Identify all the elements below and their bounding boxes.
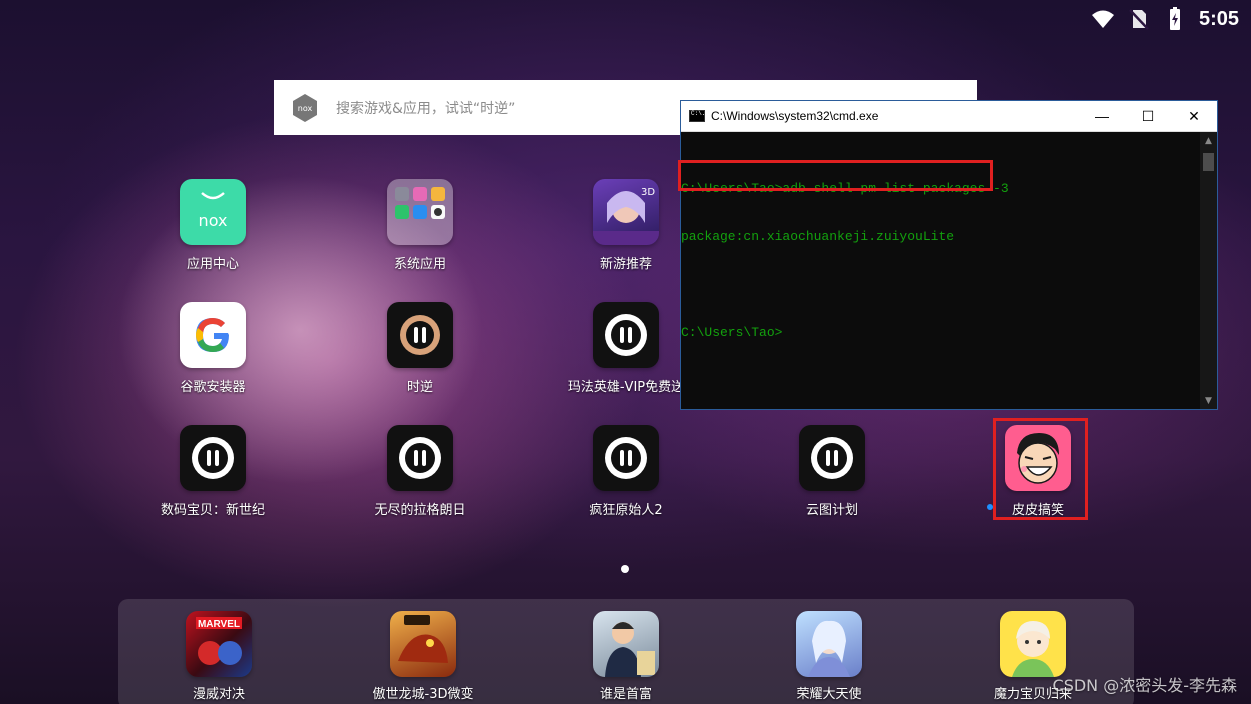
wifi-icon: [1091, 7, 1115, 31]
system-apps-folder-icon: [387, 179, 453, 245]
app-label: 谷歌安装器: [180, 380, 246, 395]
close-button[interactable]: ✕: [1171, 101, 1217, 131]
dock-app-richest[interactable]: 谁是首富: [556, 611, 696, 704]
app-label: 时逆: [406, 380, 433, 395]
cmd-window-title: C:\Windows\system32\cmd.exe: [711, 109, 879, 123]
clock: 5:05: [1198, 7, 1239, 30]
cmd-titlebar[interactable]: C:\. C:\Windows\system32\cmd.exe — ☐ ✕: [681, 101, 1217, 132]
app-label: 谁是首富: [599, 687, 652, 702]
svg-text:MARVEL: MARVEL: [198, 619, 240, 630]
scroll-up-icon[interactable]: ▲: [1200, 132, 1217, 149]
app-google-installer[interactable]: 谷歌安装器: [143, 302, 283, 412]
console-line: C:\Users\Tao>: [681, 325, 783, 340]
app-label: 疯狂原始人2: [589, 503, 663, 518]
app-label: 玛法英雄-VIP免费送: [567, 380, 685, 395]
cmd-scrollbar[interactable]: ▲ ▼: [1200, 132, 1217, 409]
scroll-thumb[interactable]: [1203, 153, 1214, 171]
svg-text:3D: 3D: [641, 187, 655, 198]
app-label: 漫威对决: [192, 687, 245, 702]
game-icon: [593, 425, 659, 491]
google-icon: [180, 302, 246, 368]
app-system-apps[interactable]: 系统应用: [350, 179, 490, 289]
game-icon: [387, 302, 453, 368]
dock: MARVEL 漫威对决 傲世龙城-3D微变 谁是首富 荣耀大天使 魔力宝贝归来: [118, 599, 1134, 704]
game-icon: [180, 425, 246, 491]
page-indicator: [621, 565, 629, 573]
app-mafa-hero[interactable]: 玛法英雄-VIP免费送: [556, 302, 696, 412]
app-label: 无尽的拉格朗日: [374, 503, 466, 518]
dock-app-archangel[interactable]: 荣耀大天使: [759, 611, 899, 704]
scroll-down-icon[interactable]: ▼: [1200, 392, 1217, 409]
app-label: 系统应用: [393, 257, 446, 272]
app-label: 应用中心: [186, 257, 239, 272]
no-sim-icon: [1127, 7, 1151, 31]
app-digimon[interactable]: 数码宝贝：新世纪: [143, 425, 283, 535]
archangel-icon: [796, 611, 862, 677]
dock-app-marvel[interactable]: MARVEL 漫威对决: [149, 611, 289, 704]
rich-man-icon: [593, 611, 659, 677]
new-games-icon: 3D: [593, 179, 659, 245]
app-label: 新游推荐: [599, 257, 652, 272]
game-icon: [593, 302, 659, 368]
app-new-games[interactable]: 3D 新游推荐: [556, 179, 696, 289]
app-label: 荣耀大天使: [796, 687, 862, 702]
app-label: 傲世龙城-3D微变: [372, 687, 474, 702]
nox-app-center-icon: nox: [180, 179, 246, 245]
dock-app-dragon-city[interactable]: 傲世龙城-3D微变: [353, 611, 493, 704]
watermark: CSDN @浓密头发-李先森: [1052, 676, 1237, 695]
cmd-window[interactable]: C:\. C:\Windows\system32\cmd.exe — ☐ ✕ C…: [680, 100, 1218, 410]
highlight-pipi-app: [993, 418, 1088, 520]
app-label: 数码宝贝：新世纪: [160, 503, 265, 518]
highlight-package-line: [678, 160, 993, 191]
console-line: package:cn.xiaochuankeji.zuiyouLite: [681, 229, 955, 244]
search-placeholder[interactable]: 搜索游戏&应用，试试“时逆”: [336, 98, 515, 118]
battery-charging-icon: [1163, 7, 1187, 31]
svg-text:nox: nox: [298, 104, 313, 113]
app-shini[interactable]: 时逆: [350, 302, 490, 412]
status-bar: 5:05: [1091, 0, 1251, 38]
nox-logo-icon: nox: [290, 93, 320, 123]
app-lagrange[interactable]: 无尽的拉格朗日: [350, 425, 490, 535]
android-home-screen: 5:05 nox 搜索游戏&应用，试试“时逆” nox 应用中心 系统应用 3D…: [0, 0, 1251, 704]
app-croods[interactable]: 疯狂原始人2: [556, 425, 696, 535]
marvel-icon: MARVEL: [186, 611, 252, 677]
game-icon: [387, 425, 453, 491]
svg-text:nox: nox: [199, 211, 228, 230]
crossgate-icon: [1000, 611, 1066, 677]
app-app-center[interactable]: nox 应用中心: [143, 179, 283, 289]
app-label: 云图计划: [805, 503, 858, 518]
app-cloud-plan[interactable]: 云图计划: [762, 425, 902, 535]
dragon-icon: [390, 611, 456, 677]
maximize-button[interactable]: ☐: [1125, 101, 1171, 131]
cmd-app-icon: C:\.: [689, 110, 705, 122]
minimize-button[interactable]: —: [1079, 101, 1125, 131]
game-icon: [799, 425, 865, 491]
